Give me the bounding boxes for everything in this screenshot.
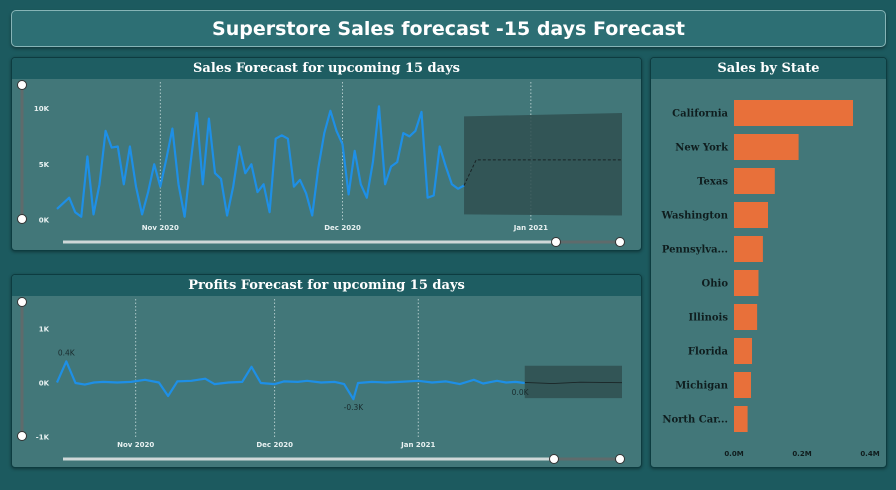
horizontal-zoom-handle-end[interactable] — [615, 454, 625, 464]
sales-forecast-header: Sales Forecast for upcoming 15 days — [12, 58, 641, 79]
x-tick-label: Dec 2020 — [324, 224, 361, 232]
dashboard-title: Superstore Sales forecast -15 days Forec… — [212, 17, 685, 40]
state-bar[interactable] — [734, 406, 748, 432]
state-label: North Car... — [662, 415, 728, 426]
sales-forecast-title: Sales Forecast for upcoming 15 days — [193, 61, 460, 76]
profit-forecast-title: Profits Forecast for upcoming 15 days — [188, 278, 465, 293]
state-bar[interactable] — [734, 100, 853, 126]
horizontal-zoom-handle-start[interactable] — [549, 454, 559, 464]
x-tick-label: Nov 2020 — [117, 441, 154, 449]
x-tick-label: Dec 2020 — [256, 441, 293, 449]
forecast-confidence-band — [524, 365, 622, 399]
state-bar[interactable] — [734, 202, 768, 228]
state-bar[interactable] — [734, 168, 775, 194]
x-tick-label: 0.2M — [792, 450, 811, 458]
state-label: Texas — [697, 177, 728, 188]
sales-by-state-panel: Sales by State California New York Texas Wa… — [650, 57, 887, 468]
state-bar[interactable] — [734, 372, 751, 398]
x-tick-label: Jan 2021 — [513, 224, 548, 232]
sales-by-state-header: Sales by State — [651, 58, 886, 79]
y-tick-label: 1K — [39, 326, 50, 334]
horizontal-zoom-handle-start[interactable] — [551, 237, 561, 247]
state-label: Pennsylva... — [662, 245, 728, 256]
state-bar[interactable] — [734, 304, 758, 330]
data-label: 0.4K — [58, 348, 76, 357]
data-label: 0.0K — [512, 388, 530, 397]
state-label: Ohio — [702, 279, 729, 290]
sales-forecast-chart: Nov 2020 Dec 2020 Jan 2021 0K 5K 10K — [17, 80, 625, 247]
sales-series-line — [56, 105, 465, 218]
y-tick-label: 5K — [39, 161, 50, 169]
sales-forecast-panel: Sales Forecast for upcoming 15 days Nov … — [11, 57, 642, 251]
vertical-zoom-handle-top[interactable] — [17, 80, 27, 90]
x-tick-label: Nov 2020 — [142, 224, 179, 232]
state-bar[interactable] — [734, 134, 799, 160]
profit-forecast-panel: Profits Forecast for upcoming 15 days No… — [11, 274, 642, 468]
vertical-zoom-handle-bottom[interactable] — [17, 431, 27, 441]
state-bar[interactable] — [734, 338, 753, 364]
vertical-zoom-handle-top[interactable] — [17, 297, 27, 307]
profit-forecast-chart: Nov 2020 Dec 2020 Jan 2021 -1K 0K 1K 0.4K -0.3K… — [17, 297, 625, 464]
horizontal-zoom-handle-end[interactable] — [615, 237, 625, 247]
y-tick-label: 0K — [39, 380, 50, 388]
dashboard-title-bar: Superstore Sales forecast -15 days Forec… — [11, 10, 886, 47]
state-label: Illinois — [689, 313, 729, 324]
x-tick-label: 0.4M — [860, 450, 879, 458]
x-tick-label: Jan 2021 — [400, 441, 435, 449]
state-label: Michigan — [675, 381, 728, 392]
y-tick-label: -1K — [36, 434, 50, 442]
sales-by-state-chart: California New York Texas Washington Pennsyl… — [661, 100, 880, 458]
data-label: -0.3K — [344, 403, 365, 412]
x-tick-label: 0.0M — [724, 450, 743, 458]
state-bar[interactable] — [734, 236, 763, 262]
state-label: New York — [675, 143, 729, 154]
state-label: Washington — [661, 211, 729, 222]
y-tick-label: 10K — [34, 105, 50, 113]
y-tick-label: 0K — [39, 217, 50, 225]
forecast-confidence-band — [464, 113, 622, 216]
profit-forecast-header: Profits Forecast for upcoming 15 days — [12, 275, 641, 296]
sales-by-state-title: Sales by State — [717, 61, 820, 76]
state-label: California — [672, 109, 728, 120]
state-label: Florida — [688, 347, 729, 358]
profit-series-line — [55, 360, 525, 401]
vertical-zoom-handle-bottom[interactable] — [17, 214, 27, 224]
state-bar[interactable] — [734, 270, 759, 296]
